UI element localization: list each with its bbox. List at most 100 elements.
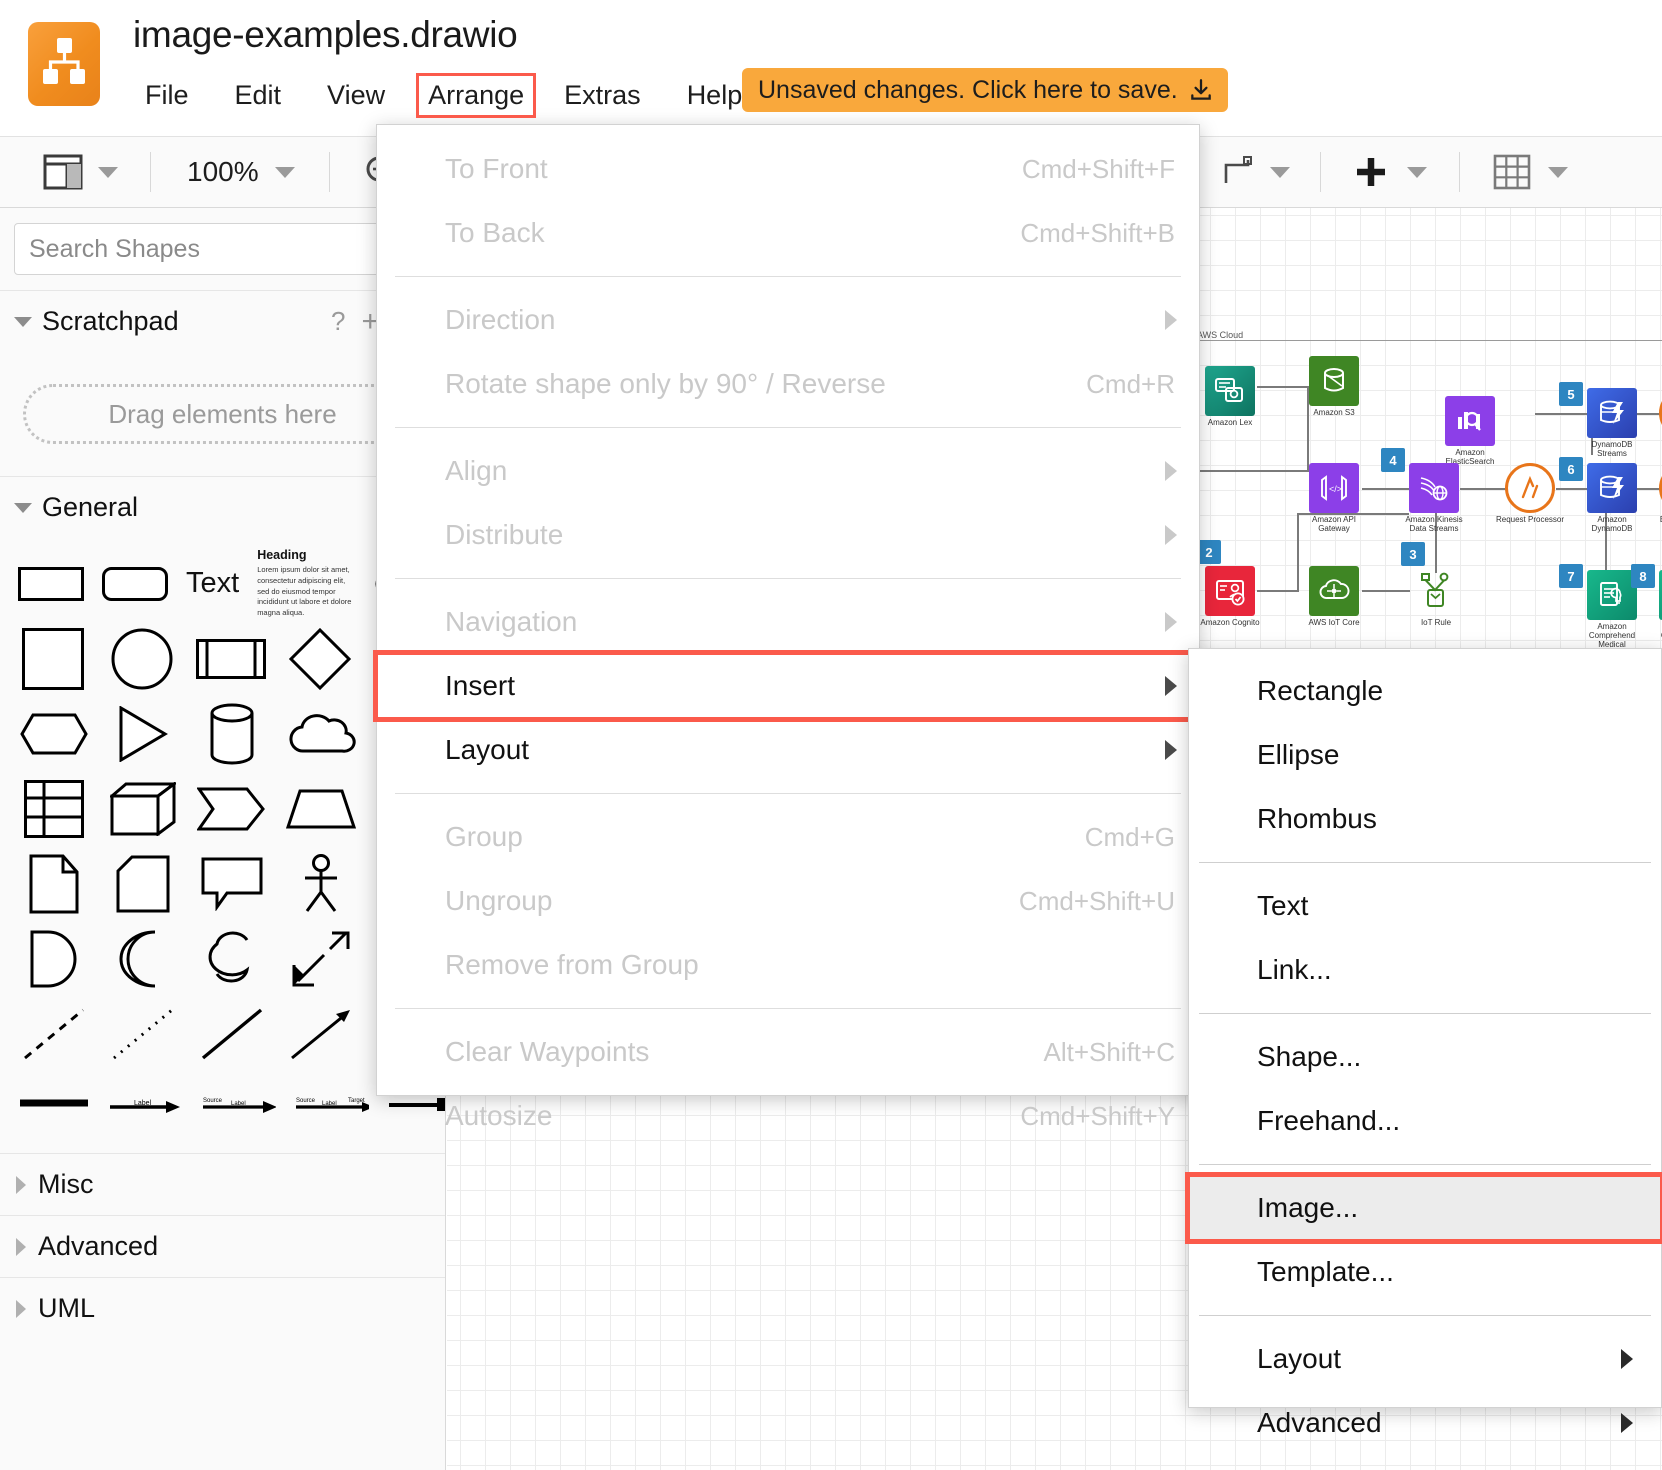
menu-item-ungroup[interactable]: Ungroup Cmd+Shift+U: [377, 869, 1199, 933]
chevron-down-icon: [1270, 167, 1290, 178]
shape-table[interactable]: [18, 771, 89, 846]
shape-circle[interactable]: [107, 621, 178, 696]
menu-item-align[interactable]: Align: [377, 439, 1199, 503]
chevron-down-icon: [14, 503, 32, 513]
aws-node-amazon-s3[interactable]: Amazon S3: [1309, 356, 1370, 417]
menu-item-rotate-shape[interactable]: Rotate shape only by 90° / Reverse Cmd+R: [377, 352, 1199, 416]
shape-s-curve[interactable]: [196, 921, 267, 996]
aws-node-label: Amazon Cognito: [1194, 618, 1266, 627]
shape-rounded-rectangle[interactable]: [102, 546, 168, 621]
menu-item-autosize[interactable]: Autosize Cmd+Shift+Y: [377, 1084, 1199, 1148]
menu-item-to-back[interactable]: To Back Cmd+Shift+B: [377, 201, 1199, 265]
menu-item-direction[interactable]: Direction: [377, 288, 1199, 352]
question-mark-icon[interactable]: ?: [331, 306, 345, 337]
submenu-item-template[interactable]: Template...: [1189, 1240, 1661, 1304]
aws-node-dynamodb-streams[interactable]: DynamoDB Streams: [1587, 388, 1648, 458]
aws-node-label: Amazon S3: [1298, 408, 1370, 417]
menu-item-clear-waypoints[interactable]: Clear Waypoints Alt+Shift+C: [377, 1020, 1199, 1084]
submenu-item-shape[interactable]: Shape...: [1189, 1025, 1661, 1089]
shape-solid-line[interactable]: [196, 996, 267, 1071]
save-button[interactable]: Unsaved changes. Click here to save.: [742, 68, 1228, 112]
chevron-down-icon: [14, 317, 32, 327]
aws-node-label: Request Processor: [1494, 515, 1566, 524]
menu-item-navigation[interactable]: Navigation: [377, 590, 1199, 654]
shape-text[interactable]: Text: [186, 546, 239, 621]
menu-extras[interactable]: Extras: [552, 73, 653, 118]
submenu-item-freehand[interactable]: Freehand...: [1189, 1089, 1661, 1153]
aws-node-iot-rule[interactable]: IoT Rule: [1411, 566, 1472, 627]
submenu-item-rectangle[interactable]: Rectangle: [1189, 659, 1661, 723]
shape-cloud[interactable]: [285, 696, 356, 771]
menu-item-to-front[interactable]: To Front Cmd+Shift+F: [377, 137, 1199, 201]
shape-process[interactable]: [196, 621, 267, 696]
shape-heading-label: Heading: [257, 548, 357, 562]
connector-plain[interactable]: [18, 1066, 90, 1141]
waypoint-icon: [1222, 155, 1256, 189]
shape-note[interactable]: [18, 846, 89, 921]
connector-label-arrow[interactable]: Label: [108, 1066, 183, 1141]
table-button[interactable]: [1492, 153, 1568, 191]
shape-cube[interactable]: [107, 771, 178, 846]
connector-source-label-arrow[interactable]: SourceLabel: [201, 1066, 276, 1141]
shape-double-arrow[interactable]: [285, 921, 356, 996]
shape-dashed-line[interactable]: [18, 996, 89, 1071]
shape-dotted-line[interactable]: [107, 996, 178, 1071]
aws-badge-5: 5: [1559, 382, 1583, 406]
menu-item-layout[interactable]: Layout: [377, 718, 1199, 782]
shape-triangle[interactable]: [107, 696, 178, 771]
shape-half-circle[interactable]: [107, 921, 178, 996]
submenu-item-link[interactable]: Link...: [1189, 938, 1661, 1002]
submenu-item-advanced[interactable]: Advanced: [1189, 1391, 1661, 1455]
section-uml[interactable]: UML: [0, 1277, 445, 1339]
submenu-item-text[interactable]: Text: [1189, 874, 1661, 938]
search-shapes-input[interactable]: [14, 223, 431, 275]
shape-cylinder[interactable]: [196, 696, 267, 771]
shape-arrow-line[interactable]: [285, 996, 356, 1071]
aws-node-amazon-elasticsearch[interactable]: Amazon ElasticSearch: [1445, 396, 1506, 466]
menu-item-distribute[interactable]: Distribute: [377, 503, 1199, 567]
menu-item-insert[interactable]: Insert: [377, 654, 1199, 718]
submenu-item-label: Freehand...: [1257, 1105, 1400, 1137]
aws-node-amazon-kinesis[interactable]: Amazon Kinesis Data Streams: [1409, 463, 1470, 533]
chevron-right-icon: [16, 1300, 26, 1318]
aws-node-aws-iot-core[interactable]: AWS IoT Core: [1309, 566, 1370, 627]
scratchpad-drop-zone[interactable]: Drag elements here: [23, 384, 423, 444]
chevron-down-icon: [1407, 167, 1427, 178]
submenu-item-image[interactable]: Image...: [1189, 1176, 1661, 1240]
zoom-control[interactable]: 100%: [187, 156, 295, 188]
menu-item-shortcut: Cmd+R: [1086, 369, 1175, 400]
shape-square[interactable]: [18, 621, 89, 696]
shape-actor[interactable]: [285, 846, 356, 921]
shape-callout[interactable]: [196, 846, 267, 921]
menu-file[interactable]: File: [133, 73, 201, 118]
section-advanced[interactable]: Advanced: [0, 1215, 445, 1277]
submenu-item-ellipse[interactable]: Ellipse: [1189, 723, 1661, 787]
waypoint-button[interactable]: [1222, 155, 1290, 189]
insert-button[interactable]: [1351, 152, 1427, 192]
menu-item-label: To Back: [445, 217, 545, 249]
shape-card[interactable]: [107, 846, 178, 921]
connector-source-target-arrow[interactable]: SourceLabelTarget: [294, 1066, 369, 1141]
menu-view[interactable]: View: [315, 73, 397, 118]
aws-node-amazon-api-gateway[interactable]: </> Amazon API Gateway: [1309, 463, 1370, 533]
submenu-item-layout[interactable]: Layout: [1189, 1327, 1661, 1391]
menu-arrange[interactable]: Arrange: [416, 73, 536, 118]
submenu-item-rhombus[interactable]: Rhombus: [1189, 787, 1661, 851]
section-misc[interactable]: Misc: [0, 1153, 445, 1215]
aws-node-amazon-dynamodb[interactable]: Amazon DynamoDB: [1587, 463, 1648, 533]
menu-item-group[interactable]: Group Cmd+G: [377, 805, 1199, 869]
aws-node-request-processor[interactable]: Request Processor: [1505, 463, 1566, 524]
submenu-separator: [1199, 1315, 1651, 1316]
menu-edit[interactable]: Edit: [223, 73, 294, 118]
aws-node-amazon-lex[interactable]: Amazon Lex: [1205, 366, 1266, 427]
view-layout-button[interactable]: [42, 152, 118, 192]
shape-d-shape[interactable]: [18, 921, 89, 996]
shape-arrow-block[interactable]: [196, 771, 267, 846]
shape-trapezoid[interactable]: [285, 771, 356, 846]
shape-rectangle[interactable]: [18, 546, 84, 621]
menu-item-remove-from-group[interactable]: Remove from Group: [377, 933, 1199, 997]
shape-hexagon[interactable]: [18, 696, 89, 771]
aws-node-amazon-cognito[interactable]: Amazon Cognito: [1205, 566, 1266, 627]
shape-textbox[interactable]: Heading Lorem ipsum dolor sit amet, cons…: [257, 546, 357, 621]
shape-rhombus[interactable]: [284, 621, 355, 696]
